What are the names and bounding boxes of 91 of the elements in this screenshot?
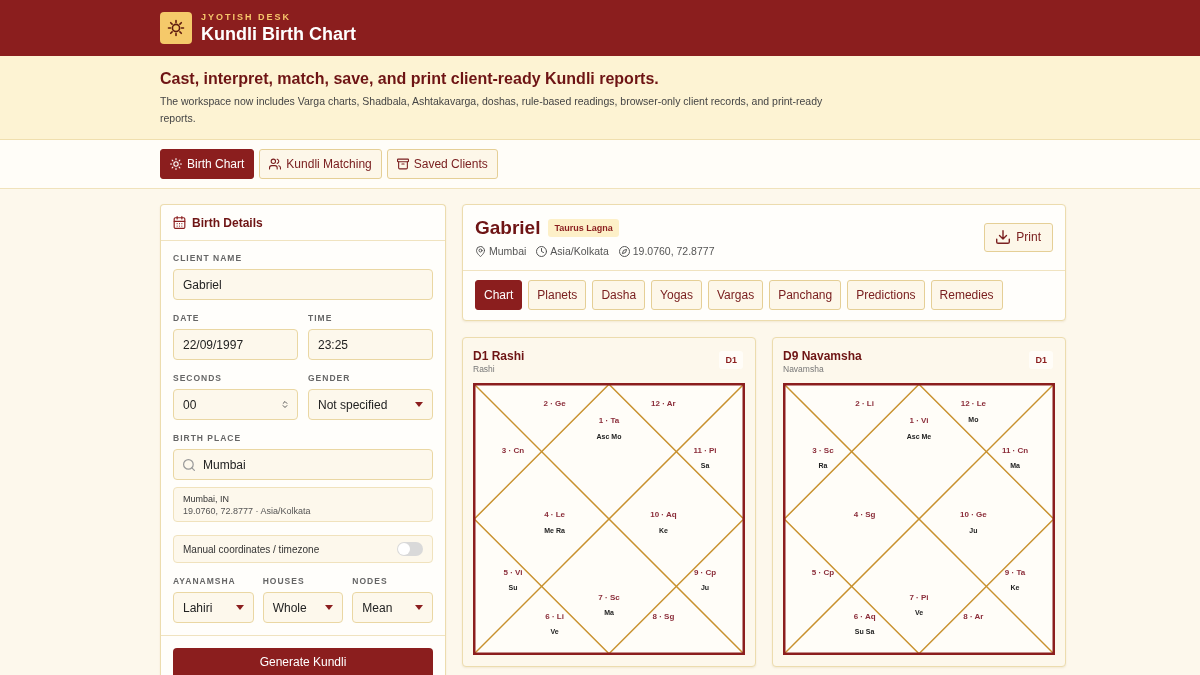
sun-icon	[170, 158, 182, 170]
chart-title: D9 Navamsha	[783, 348, 862, 364]
search-icon	[183, 458, 195, 471]
banner-description: The workspace now includes Varga charts, Shadbala, Ashtakavarga, doshas, rule-based readings, browser-only client records, and print-ready reports.	[160, 94, 824, 126]
field-label: DATE	[173, 313, 201, 324]
users-icon	[269, 158, 282, 170]
seconds-field[interactable]: 00	[173, 389, 298, 420]
house-label: 9 · Cp	[693, 567, 717, 577]
calendar-icon	[173, 216, 186, 229]
clock-icon	[536, 245, 548, 257]
chart-tab[interactable]: Predictions	[847, 280, 925, 310]
place-name: Mumbai, IN	[183, 493, 230, 505]
field-label: SECONDS	[173, 373, 224, 384]
house-label: 4 · Sg	[853, 510, 876, 520]
field-label: NODES	[352, 576, 389, 587]
toggle-switch[interactable]	[397, 542, 423, 556]
ayanamsha-select[interactable]: Lahiri	[173, 592, 254, 623]
house-label: 6 · Aq	[853, 612, 876, 622]
house-label: 1 · Ta	[598, 416, 620, 426]
house-label: 6 · Li	[545, 612, 564, 622]
caret-icon	[415, 402, 423, 407]
section-tab[interactable]: Birth Chart	[160, 149, 255, 179]
chart-tab[interactable]: Chart	[475, 280, 523, 310]
gender-select[interactable]: Not specified	[308, 389, 433, 420]
client-name: Gabriel	[475, 216, 541, 240]
chart-title: D1 Rashi	[473, 348, 525, 364]
field-label: HOUSES	[262, 576, 306, 587]
house-label: 12 · Le	[960, 399, 987, 409]
place-suggestion[interactable]: Mumbai, IN 19.0760, 72.8777 · Asia/Kolkata	[173, 487, 433, 522]
division-badge: D1	[719, 351, 743, 369]
sun-icon	[160, 12, 192, 44]
chart-tab[interactable]: Dasha	[592, 280, 646, 310]
house-label: 8 · Sg	[652, 612, 675, 622]
lagna-badge: Taurus Lagna	[548, 219, 619, 237]
section-tab[interactable]: Kundli Matching	[259, 149, 382, 179]
house-label: 8 · Ar	[963, 612, 984, 622]
chart-subtitle: Navamsha	[783, 364, 825, 375]
houses-select[interactable]: Whole	[262, 592, 344, 623]
coordinates-text: 19.0760, 72.8777	[632, 244, 715, 258]
house-label: 1 · Vi	[909, 416, 929, 426]
house-label: 2 · Li	[855, 399, 874, 409]
section-tab[interactable]: Saved Clients	[386, 149, 498, 179]
print-button[interactable]: Print	[984, 222, 1053, 252]
house-label: 4 · Le	[544, 510, 566, 520]
house-label: 2 · Ge	[543, 399, 566, 409]
division-badge: D1	[1029, 351, 1053, 369]
house-label: 12 · Ar	[651, 399, 676, 409]
chart-subtitle: Rashi	[473, 364, 496, 375]
nodes-select[interactable]: Mean	[352, 592, 433, 623]
compass-icon	[618, 245, 630, 257]
chart-tab[interactable]: Yogas	[651, 280, 702, 310]
client-name-field[interactable]: Gabriel	[173, 269, 433, 300]
chart-tab[interactable]: Panchang	[769, 280, 842, 310]
timezone-text: Asia/Kolkata	[550, 244, 609, 258]
house-label: 7 · Sc	[598, 593, 620, 603]
field-label: AYANAMSHA	[173, 576, 237, 587]
caret-icon	[325, 605, 334, 610]
chart-tab[interactable]: Planets	[528, 280, 587, 310]
chart-tab[interactable]: Vargas	[708, 280, 764, 310]
caret-icon	[415, 605, 423, 610]
field-label: CLIENT NAME	[173, 253, 244, 264]
house-label: 3 · Cn	[501, 446, 525, 456]
house-label: 5 · Cp	[811, 567, 835, 577]
house-label: 11 · Pi	[693, 446, 717, 456]
generate-button[interactable]: Generate Kundli	[173, 648, 433, 675]
location-text: Mumbai	[489, 244, 527, 258]
stepper-arrows-icon[interactable]	[282, 400, 288, 409]
field-label: GENDER	[308, 373, 352, 384]
field-label: BIRTH PLACE	[173, 433, 243, 444]
app-title: Kundli Birth Chart	[201, 23, 356, 45]
date-field[interactable]: 22/09/1997	[173, 329, 298, 360]
panel-title: Birth Details	[192, 215, 263, 230]
map-pin-icon	[475, 245, 486, 257]
toggle-label: Manual coordinates / timezone	[183, 543, 320, 555]
house-label: 11 · Cn	[1001, 446, 1029, 456]
archive-box-icon	[396, 158, 409, 170]
house-label: 5 · Vi	[503, 567, 523, 577]
caret-icon	[235, 605, 244, 610]
chart-tab[interactable]: Remedies	[930, 280, 1003, 310]
place-search-field[interactable]: Mumbai	[173, 449, 433, 480]
time-field[interactable]: 23:25	[308, 329, 433, 360]
field-label: TIME	[308, 313, 334, 324]
house-label: 7 · Pi	[909, 593, 929, 603]
house-label: 3 · Sc	[812, 446, 834, 456]
house-label: 9 · Ta	[1004, 567, 1026, 577]
place-details: 19.0760, 72.8777 · Asia/Kolkata	[183, 505, 312, 517]
app-eyebrow: JYOTISH DESK	[201, 12, 292, 23]
download-icon	[996, 230, 1011, 244]
house-label: 10 · Aq	[650, 510, 677, 520]
banner-heading: Cast, interpret, match, save, and print client-ready Kundli reports.	[160, 69, 660, 89]
house-label: 10 · Ge	[960, 510, 987, 520]
